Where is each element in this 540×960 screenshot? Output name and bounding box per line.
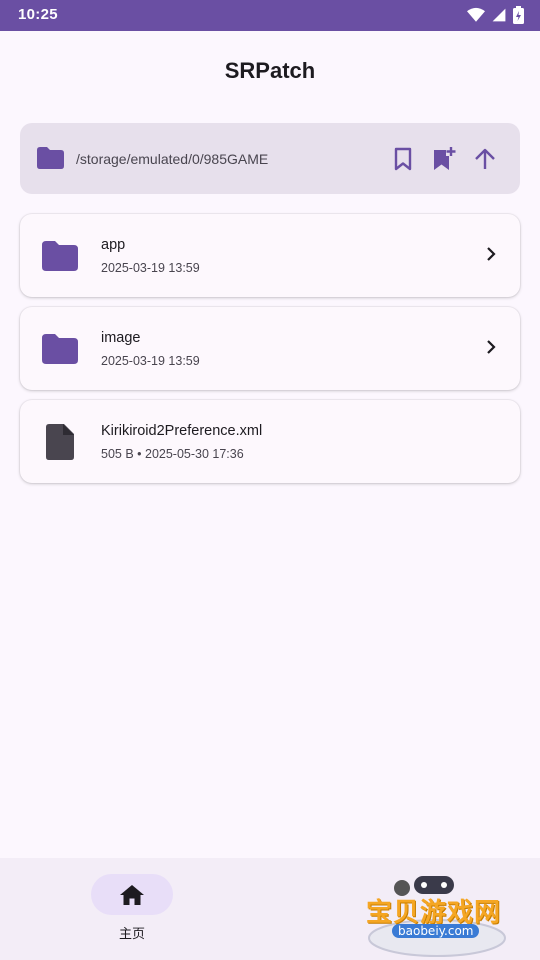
folder-icon bbox=[42, 331, 78, 367]
nav-label-home: 主页 bbox=[118, 927, 145, 942]
status-bar: 10:25 bbox=[0, 0, 540, 31]
file-list-item[interactable]: Kirikiroid2Preference.xml 505 B • 2025-0… bbox=[20, 400, 520, 483]
file-meta: 2025-03-19 13:59 bbox=[101, 354, 200, 368]
chevron-right-icon bbox=[486, 246, 496, 267]
wifi-icon bbox=[467, 7, 485, 22]
bookmark-icon bbox=[394, 147, 412, 171]
nav-indicator bbox=[91, 874, 173, 915]
current-path: /storage/emulated/0/985GAME bbox=[76, 151, 269, 167]
parent-directory-button[interactable] bbox=[471, 145, 499, 173]
signal-icon bbox=[492, 8, 506, 22]
bookmark-button[interactable] bbox=[389, 145, 417, 173]
watermark-url: baobeiy.com bbox=[392, 924, 480, 938]
battery-icon bbox=[513, 6, 524, 24]
chevron-right-icon bbox=[486, 339, 496, 360]
folder-icon bbox=[42, 238, 78, 274]
app-title: SRPatch bbox=[224, 58, 316, 83]
file-list-item[interactable]: app 2025-03-19 13:59 bbox=[20, 214, 520, 297]
add-bookmark-button[interactable] bbox=[430, 145, 458, 173]
file-icon bbox=[42, 424, 78, 460]
file-meta: 2025-03-19 13:59 bbox=[101, 261, 200, 275]
nav-item-home[interactable]: 主页 bbox=[91, 874, 173, 942]
file-name: image bbox=[101, 330, 141, 346]
file-list-item[interactable]: image 2025-03-19 13:59 bbox=[20, 307, 520, 390]
file-name: app bbox=[101, 237, 126, 253]
folder-icon bbox=[37, 147, 64, 174]
status-time: 10:25 bbox=[18, 6, 58, 23]
path-bar: /storage/emulated/0/985GAME bbox=[20, 123, 520, 194]
file-name: Kirikiroid2Preference.xml bbox=[101, 423, 263, 439]
status-icons bbox=[467, 6, 524, 24]
arrow-up-icon bbox=[475, 148, 495, 169]
file-meta: 505 B • 2025-05-30 17:36 bbox=[101, 447, 244, 461]
bookmark-add-icon bbox=[434, 147, 456, 170]
home-icon bbox=[120, 884, 144, 905]
watermark-logo: 宝贝游戏网 baobeiy.com bbox=[362, 872, 512, 958]
